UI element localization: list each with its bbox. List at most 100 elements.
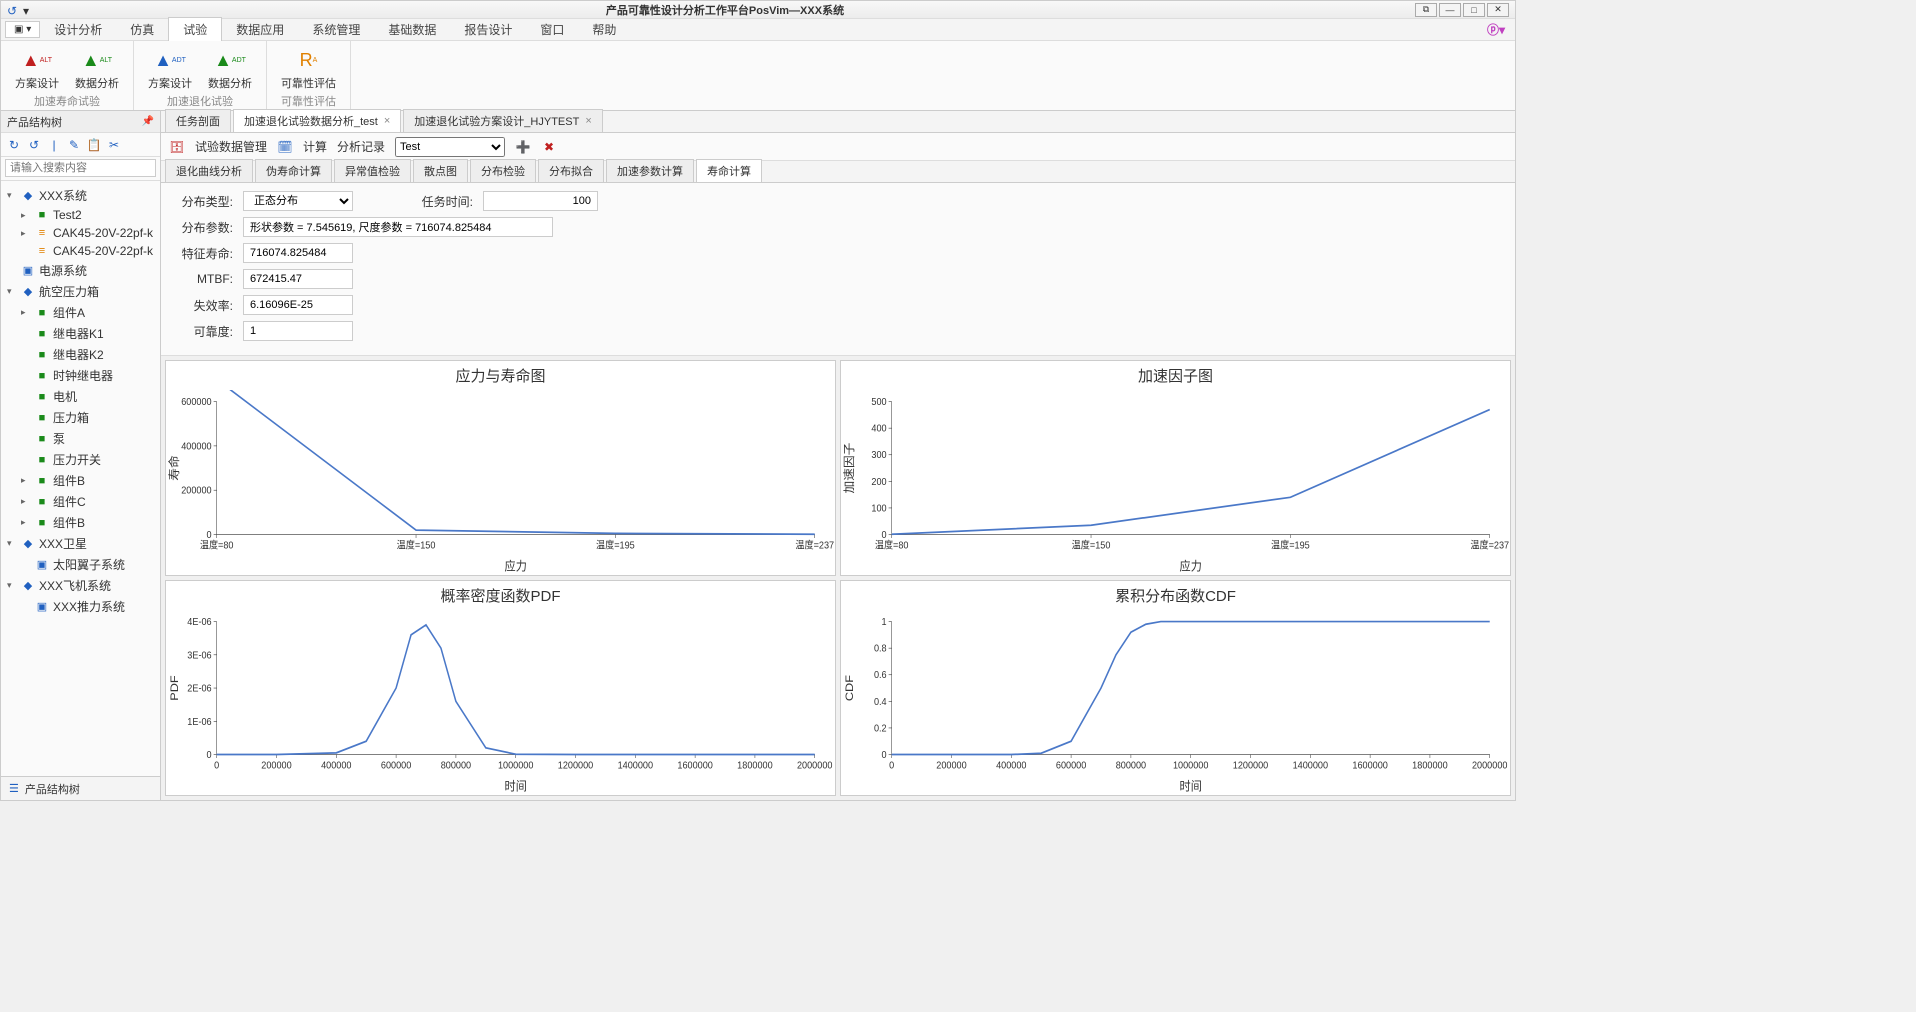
pin-icon[interactable]: 📌 — [142, 116, 154, 127]
tree-tool-4[interactable]: 📋 — [87, 138, 101, 152]
menu-6[interactable]: 报告设计 — [450, 18, 526, 41]
tree-item-13[interactable]: ■压力开关 — [1, 449, 160, 470]
menu-0[interactable]: 设计分析 — [40, 18, 116, 41]
svg-text:温度=150: 温度=150 — [1072, 538, 1111, 552]
tree-caret-icon[interactable]: ▸ — [21, 517, 31, 528]
close-button[interactable]: ✕ — [1487, 3, 1509, 17]
tree-caret-icon[interactable]: ▾ — [7, 286, 17, 297]
tree-node-icon: ◆ — [21, 537, 35, 551]
tree-item-5[interactable]: ▾◆航空压力箱 — [1, 281, 160, 302]
menu-7[interactable]: 窗口 — [526, 18, 578, 41]
tree-caret-icon[interactable]: ▾ — [7, 190, 17, 201]
close-icon[interactable]: × — [384, 115, 390, 127]
menu-file-icon[interactable]: ▣ ▾ — [5, 21, 40, 38]
db-icon[interactable]: 🗄 — [169, 139, 185, 155]
menu-3[interactable]: 数据应用 — [222, 18, 298, 41]
tree-item-4[interactable]: ▣电源系统 — [1, 260, 160, 281]
tree-caret-icon[interactable]: ▸ — [21, 496, 31, 507]
svg-text:200000: 200000 — [261, 760, 292, 772]
mtbf-input[interactable] — [243, 269, 353, 289]
doc-tab-0[interactable]: 任务剖面 — [165, 109, 231, 132]
tree-tool-0[interactable]: ↻ — [7, 138, 21, 152]
calc-label[interactable]: 计算 — [303, 138, 327, 155]
tree-item-14[interactable]: ▸■组件B — [1, 470, 160, 491]
doc-tab-2[interactable]: 加速退化试验方案设计_HJYTEST× — [403, 109, 602, 132]
tree-caret-icon[interactable]: ▾ — [7, 538, 17, 549]
menu-1[interactable]: 仿真 — [116, 18, 168, 41]
tree-item-0[interactable]: ▾◆XXX系统 — [1, 185, 160, 206]
tree-item-20[interactable]: ▣XXX推力系统 — [1, 596, 160, 617]
calc-icon[interactable]: 🗓 — [277, 139, 293, 155]
sub-tab-7[interactable]: 寿命计算 — [696, 159, 762, 182]
undock-button[interactable]: ⧉ — [1415, 3, 1437, 17]
tree-tool-3[interactable]: ✎ — [67, 138, 81, 152]
tree-item-12[interactable]: ■泵 — [1, 428, 160, 449]
dist-type-select[interactable]: 正态分布 — [243, 191, 353, 211]
doc-tab-1[interactable]: 加速退化试验数据分析_test× — [233, 109, 401, 132]
minimize-button[interactable]: — — [1439, 3, 1461, 17]
tree-caret-icon[interactable]: ▸ — [21, 475, 31, 486]
menu-8[interactable]: 帮助 — [578, 18, 630, 41]
tree-item-15[interactable]: ▸■组件C — [1, 491, 160, 512]
sidebar-footer[interactable]: ☰ 产品结构树 — [1, 776, 160, 800]
char-life-input[interactable] — [243, 243, 353, 263]
record-select[interactable]: Test — [395, 137, 505, 157]
menu-4[interactable]: 系统管理 — [298, 18, 374, 41]
ribbon-btn-0-0[interactable]: ▲ALT方案设计 — [9, 45, 65, 93]
tree-item-3[interactable]: ≡CAK45-20V-22pf-k — [1, 242, 160, 260]
delete-record-icon[interactable]: ✖ — [541, 139, 557, 155]
sub-tab-5[interactable]: 分布拟合 — [538, 159, 604, 182]
tree-item-6[interactable]: ▸■组件A — [1, 302, 160, 323]
tree-caret-icon[interactable]: ▸ — [21, 307, 31, 318]
tree-node-icon: ■ — [35, 474, 49, 488]
reliability-input[interactable] — [243, 321, 353, 341]
menu-5[interactable]: 基础数据 — [374, 18, 450, 41]
document-tabs: 任务剖面加速退化试验数据分析_test×加速退化试验方案设计_HJYTEST× — [161, 111, 1515, 133]
search-input[interactable] — [5, 159, 156, 177]
close-icon[interactable]: × — [585, 115, 591, 127]
tree-item-11[interactable]: ■压力箱 — [1, 407, 160, 428]
tree-tool-5[interactable]: ✂ — [107, 138, 121, 152]
tree-item-9[interactable]: ■时钟继电器 — [1, 365, 160, 386]
sub-tab-3[interactable]: 散点图 — [413, 159, 468, 182]
add-record-icon[interactable]: ➕ — [515, 139, 531, 155]
ribbon-btn-0-1[interactable]: ▲ALT数据分析 — [69, 45, 125, 93]
tree-item-8[interactable]: ■继电器K2 — [1, 344, 160, 365]
tree-item-19[interactable]: ▾◆XXX飞机系统 — [1, 575, 160, 596]
ribbon-btn-1-0[interactable]: ▲ADT方案设计 — [142, 45, 198, 93]
svg-text:0: 0 — [889, 760, 895, 772]
sub-tab-1[interactable]: 伪寿命计算 — [255, 159, 332, 182]
ribbon-btn-2-0[interactable]: RA可靠性评估 — [275, 45, 342, 93]
svg-text:1200000: 1200000 — [1233, 760, 1269, 772]
tree-item-10[interactable]: ■电机 — [1, 386, 160, 407]
svg-text:300: 300 — [871, 450, 887, 462]
tree-caret-icon[interactable]: ▸ — [21, 210, 31, 221]
tree-item-2[interactable]: ▸≡CAK45-20V-22pf-k — [1, 224, 160, 242]
sub-tab-2[interactable]: 异常值检验 — [334, 159, 411, 182]
tree-item-18[interactable]: ▣太阳翼子系统 — [1, 554, 160, 575]
qat-icon[interactable]: ▾ — [23, 4, 35, 16]
maximize-button[interactable]: □ — [1463, 3, 1485, 17]
db-label[interactable]: 试验数据管理 — [195, 138, 267, 155]
tree-item-17[interactable]: ▾◆XXX卫星 — [1, 533, 160, 554]
tree-item-16[interactable]: ▸■组件B — [1, 512, 160, 533]
sub-tab-0[interactable]: 退化曲线分析 — [165, 159, 253, 182]
sub-tab-6[interactable]: 加速参数计算 — [606, 159, 694, 182]
tree-caret-icon[interactable]: ▾ — [7, 580, 17, 591]
tree-caret-icon[interactable]: ▸ — [21, 228, 31, 239]
tree-item-7[interactable]: ■继电器K1 — [1, 323, 160, 344]
tree-node-icon: ◆ — [21, 285, 35, 299]
failure-rate-input[interactable] — [243, 295, 353, 315]
tree-node-icon: ■ — [35, 390, 49, 404]
task-time-input[interactable] — [483, 191, 598, 211]
tree-node-label: 太阳翼子系统 — [53, 556, 125, 573]
tree-node-icon: ■ — [35, 432, 49, 446]
dist-param-input[interactable] — [243, 217, 553, 237]
tree-node-label: 组件C — [53, 493, 86, 510]
tree-item-1[interactable]: ▸■Test2 — [1, 206, 160, 224]
menu-right-icon[interactable]: ⓟ▾ — [1487, 21, 1511, 38]
menu-2[interactable]: 试验 — [168, 17, 222, 42]
sub-tab-4[interactable]: 分布检验 — [470, 159, 536, 182]
tree-tool-1[interactable]: ↺ — [27, 138, 41, 152]
ribbon-btn-1-1[interactable]: ▲ADT数据分析 — [202, 45, 258, 93]
